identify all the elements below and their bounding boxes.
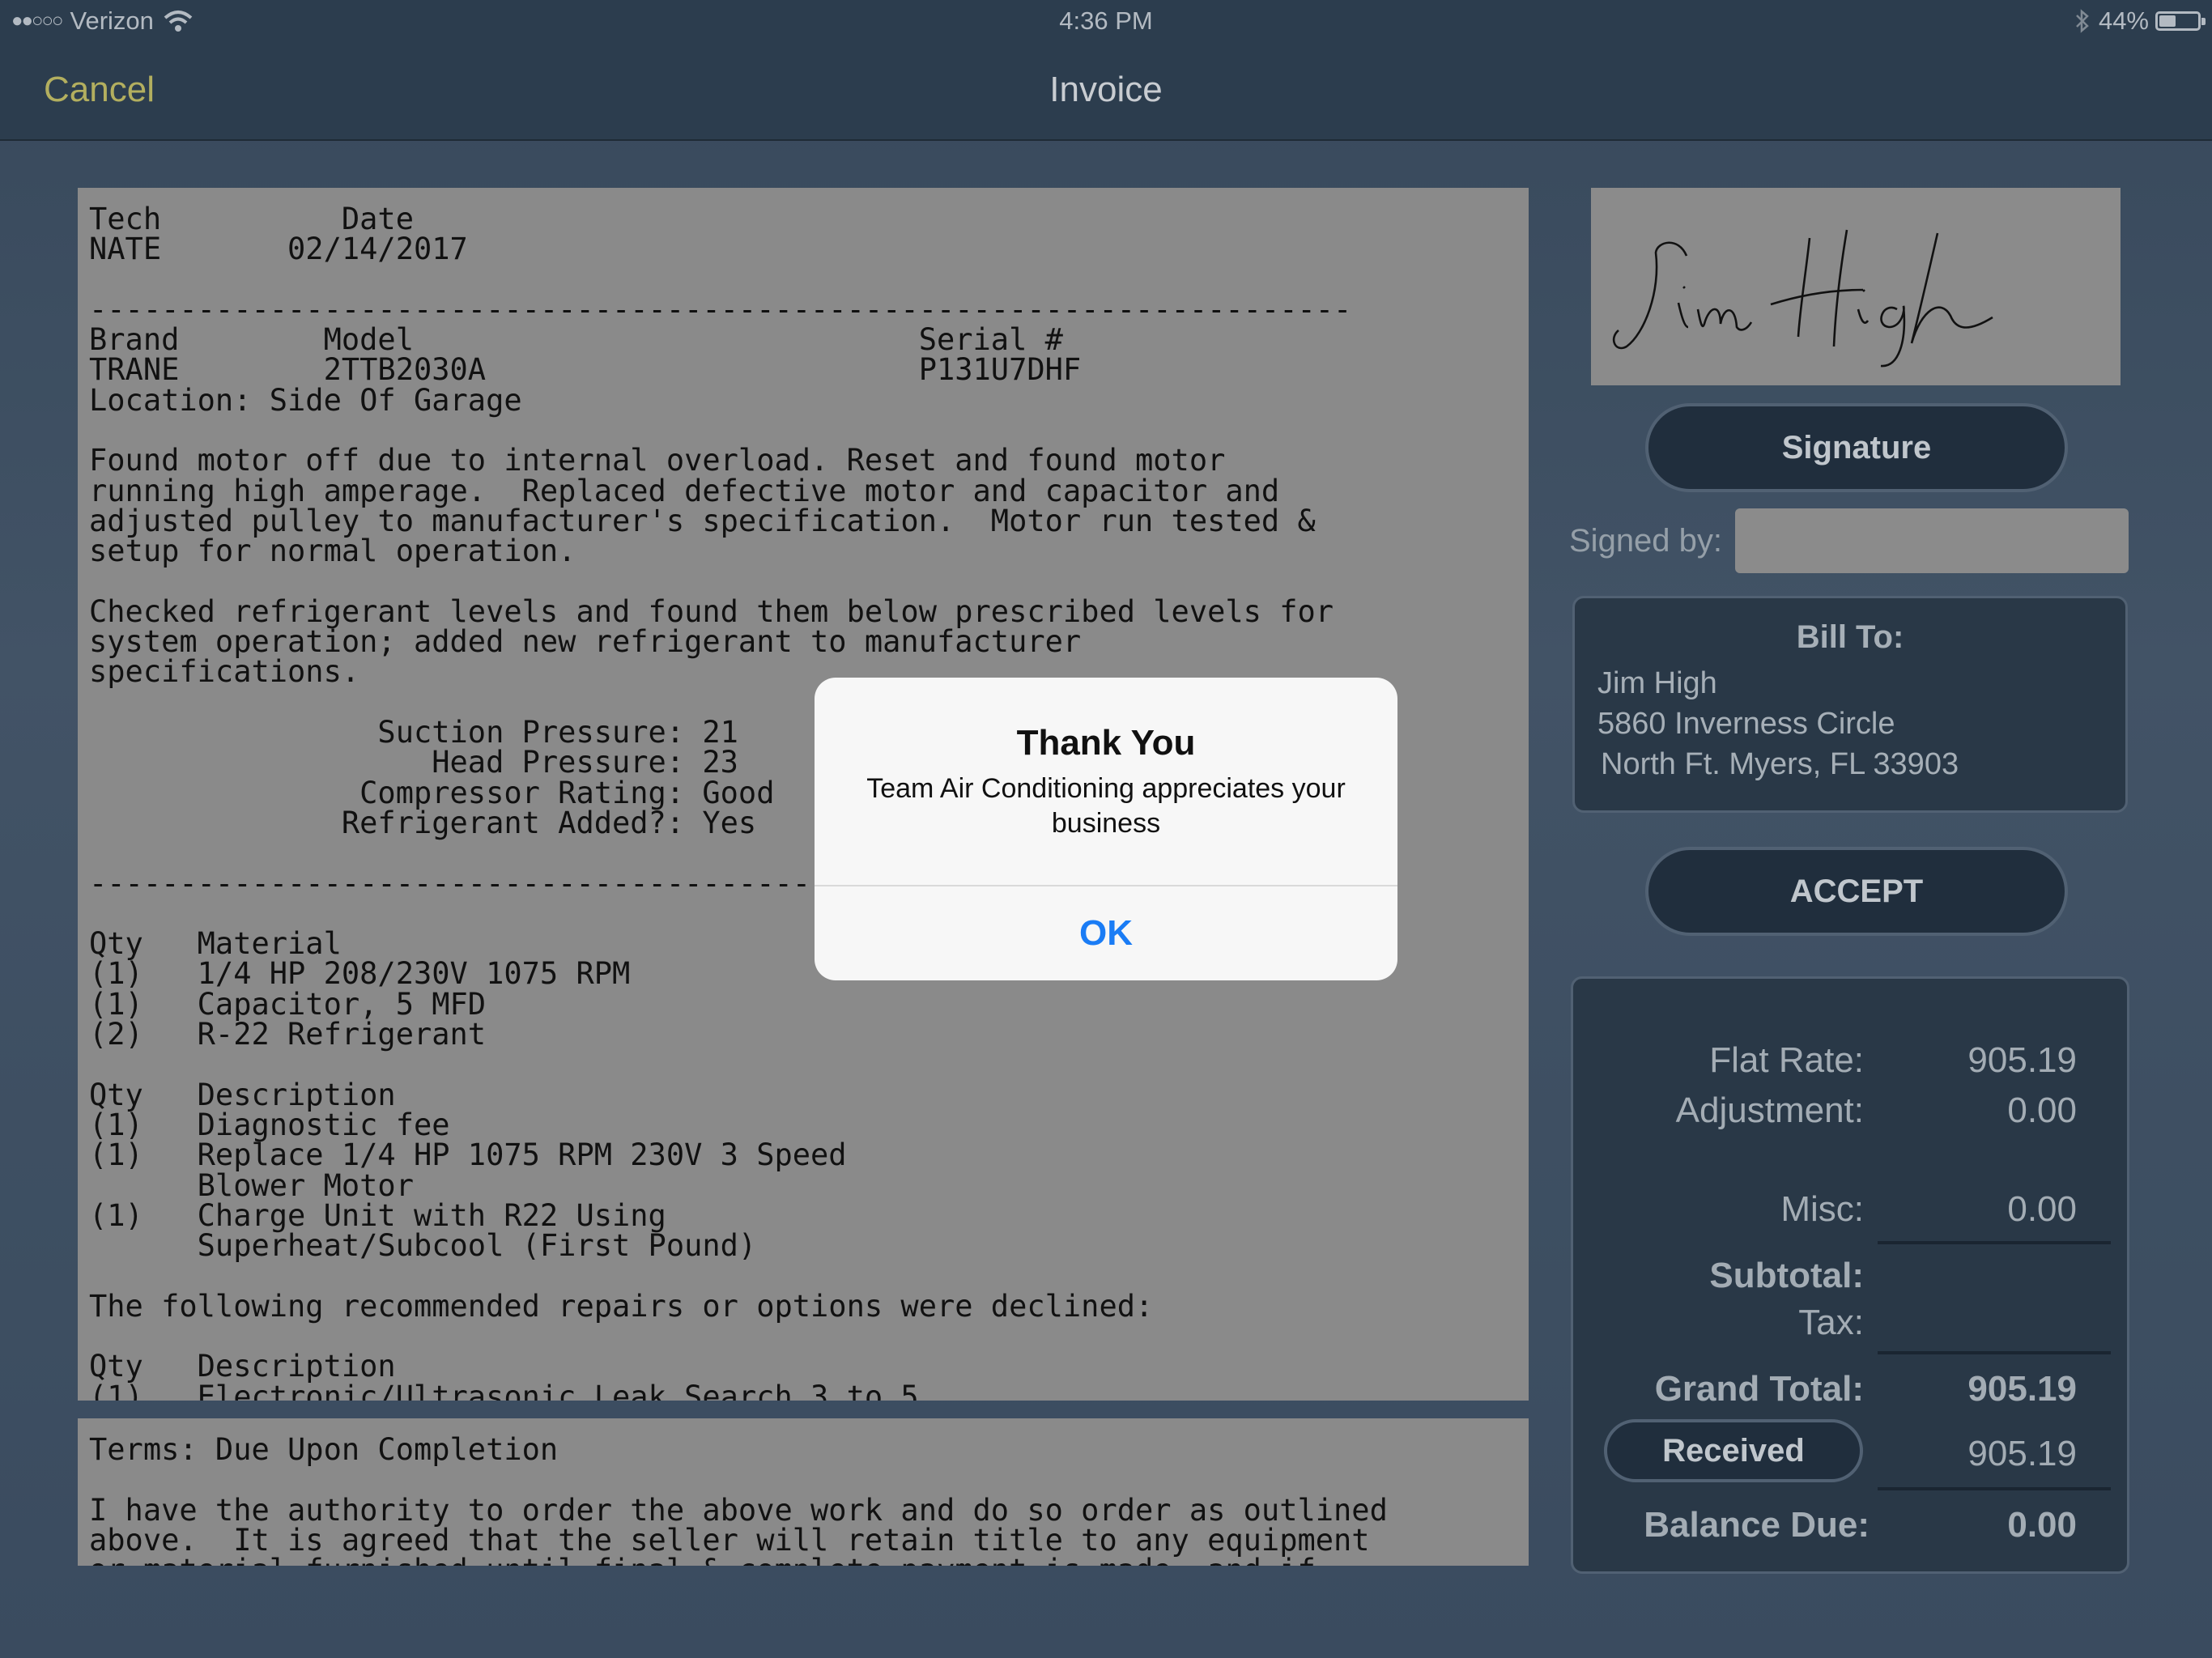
thank-you-alert: Thank You Team Air Conditioning apprecia… [815, 678, 1397, 980]
alert-ok-button[interactable]: OK [815, 886, 1397, 980]
alert-message: Team Air Conditioning appreciates your b… [866, 773, 1346, 839]
alert-title: Thank You [1016, 723, 1196, 763]
